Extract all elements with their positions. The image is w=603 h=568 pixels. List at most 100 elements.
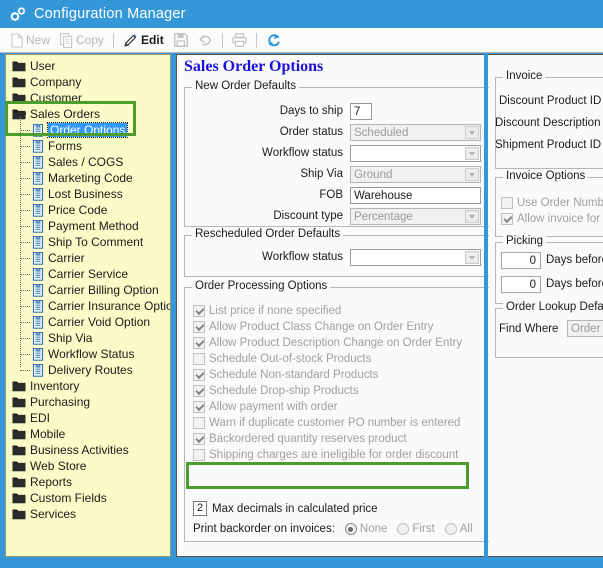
tree-item-reports[interactable]: Reports [6, 474, 170, 490]
checkbox-row-allow-payment-with-order[interactable]: Allow payment with order [193, 399, 337, 414]
tree-item-carrier-billing-option[interactable]: Carrier Billing Option [6, 282, 170, 298]
pane-divider[interactable] [484, 54, 488, 557]
discount-type-value: Percentage [354, 211, 413, 223]
config-document-icon [32, 219, 44, 233]
checkbox-warn-if-duplicate-customer-po-number-is-entered[interactable] [193, 416, 205, 429]
navigation-tree[interactable]: User Company Customer Sales Orders Order Opt… [5, 54, 171, 557]
use-order-number-checkbox-row[interactable]: Use Order Numbe [501, 195, 603, 210]
allow-invoice-checkbox-row[interactable]: Allow invoice for f [501, 211, 603, 226]
tree-item-label: Order Options [46, 122, 129, 138]
tree-item-user[interactable]: User [6, 58, 170, 74]
tree-item-workflow-status[interactable]: Workflow Status [6, 346, 170, 362]
find-where-combo[interactable]: Order [567, 320, 603, 337]
save-button[interactable] [169, 29, 193, 52]
radio-all[interactable] [444, 523, 457, 535]
max-decimals-value[interactable]: 2 [193, 501, 207, 516]
ship-via-combo[interactable]: Ground [350, 166, 481, 183]
tree-item-sales-orders[interactable]: Sales Orders [6, 106, 170, 122]
checkbox-schedule-out-of-stock-products[interactable] [193, 352, 205, 365]
tree-item-carrier[interactable]: Carrier [6, 250, 170, 266]
print-button[interactable] [227, 29, 252, 52]
tree-item-payment-method[interactable]: Payment Method [6, 218, 170, 234]
tree-item-customer[interactable]: Customer [6, 90, 170, 106]
tree-item-price-code[interactable]: Price Code [6, 202, 170, 218]
radio-label-all: All [459, 523, 473, 535]
folder-icon [12, 412, 26, 424]
invoice-title: Invoice [503, 70, 546, 82]
tree-item-inventory[interactable]: Inventory [6, 378, 170, 394]
tree-item-sales-cogs[interactable]: Sales / COGS [6, 154, 170, 170]
edit-button[interactable]: Edit [118, 29, 169, 52]
tree-item-web-store[interactable]: Web Store [6, 458, 170, 474]
tree-item-services[interactable]: Services [6, 506, 170, 522]
checkbox-allow-product-description-change-on-order-entry[interactable] [193, 336, 205, 349]
chevron-down-icon[interactable] [465, 210, 479, 223]
picking-title: Picking [503, 235, 547, 247]
tree-item-label: Lost Business [48, 187, 123, 201]
folder-open-icon [12, 108, 26, 120]
checkbox-row-schedule-out-of-stock-products[interactable]: Schedule Out-of-stock Products [193, 351, 371, 366]
fob-input[interactable]: Warehouse [350, 187, 481, 204]
tree-item-carrier-service[interactable]: Carrier Service [6, 266, 170, 282]
copy-button[interactable]: Copy [55, 29, 109, 52]
tree-item-forms[interactable]: Forms [6, 138, 170, 154]
discount-type-combo[interactable]: Percentage [350, 208, 481, 225]
checkbox-schedule-non-standard-products[interactable] [193, 368, 205, 381]
tree-item-marketing-code[interactable]: Marketing Code [6, 170, 170, 186]
picking-days-before-2-input[interactable]: 0 [501, 276, 541, 293]
tree-item-business-activities[interactable]: Business Activities [6, 442, 170, 458]
rescheduled-workflow-status-combo[interactable] [350, 249, 481, 266]
tree-item-company[interactable]: Company [6, 74, 170, 90]
checkbox-label: Schedule Out-of-stock Products [209, 352, 372, 365]
order-status-label: Order status [279, 126, 343, 138]
radio-first[interactable] [397, 523, 410, 535]
tree-item-delivery-routes[interactable]: Delivery Routes [6, 362, 170, 378]
checkbox-list-price-if-none-specified[interactable] [193, 304, 205, 317]
order-status-combo[interactable]: Scheduled [350, 124, 481, 141]
chevron-down-icon[interactable] [465, 126, 479, 139]
radio-none[interactable] [344, 523, 357, 535]
days-to-ship-label: Days to ship [279, 105, 343, 117]
tree-item-carrier-void-option[interactable]: Carrier Void Option [6, 314, 170, 330]
tree-item-edi[interactable]: EDI [6, 410, 170, 426]
tree-item-lost-business[interactable]: Lost Business [6, 186, 170, 202]
tree-item-carrier-insurance-option[interactable]: Carrier Insurance Option [6, 298, 170, 314]
folder-icon [12, 396, 26, 408]
checkbox-row-schedule-drop-ship-products[interactable]: Schedule Drop-ship Products [193, 383, 359, 398]
tree-item-label: Services [30, 507, 77, 521]
new-button[interactable]: New [6, 29, 55, 52]
checkbox-backordered-quantity-reserves-product[interactable] [193, 432, 205, 445]
config-document-icon [32, 315, 44, 329]
tree-item-ship-to-comment[interactable]: Ship To Comment [6, 234, 170, 250]
checkbox-row-shipping-charges-are-ineligible-for-order-discount[interactable]: Shipping charges are ineligible for orde… [193, 447, 458, 462]
refresh-button[interactable] [261, 29, 286, 52]
days-to-ship-input[interactable]: 7 [350, 103, 372, 120]
checkbox-row-warn-if-duplicate-customer-po-number-is-entered[interactable]: Warn if duplicate customer PO number is … [193, 415, 460, 430]
checkbox-row-backordered-quantity-reserves-product[interactable]: Backordered quantity reserves product [193, 431, 407, 446]
checkbox-row-list-price-if-none-specified[interactable]: List price if none specified [193, 303, 341, 318]
radio-label-first: First [412, 523, 435, 535]
tree-item-order-options[interactable]: Order Options [6, 122, 170, 138]
chevron-down-icon[interactable] [465, 147, 479, 160]
checkbox-row-allow-product-class-change-on-order-entry[interactable]: Allow Product Class Change on Order Entr… [193, 319, 433, 334]
chevron-down-icon[interactable] [465, 168, 479, 181]
workflow-status-combo[interactable] [350, 145, 481, 162]
config-document-icon [32, 235, 44, 249]
config-document-icon [32, 283, 44, 297]
tree-item-mobile[interactable]: Mobile [6, 426, 170, 442]
checkbox-row-allow-product-description-change-on-order-entry[interactable]: Allow Product Description Change on Orde… [193, 335, 462, 350]
tree-item-ship-via[interactable]: Ship Via [6, 330, 170, 346]
tree-item-purchasing[interactable]: Purchasing [6, 394, 170, 410]
picking-days-before-1-input[interactable]: 0 [501, 252, 541, 269]
checkbox-allow-payment-with-order[interactable] [193, 400, 205, 413]
chevron-down-icon[interactable] [465, 251, 479, 264]
allow-invoice-checkbox[interactable] [501, 212, 513, 225]
max-decimals-row[interactable]: 2 Max decimals in calculated price [193, 501, 378, 516]
undo-button[interactable] [193, 29, 218, 52]
checkbox-shipping-charges-are-ineligible-for-order-discount[interactable] [193, 448, 205, 461]
tree-item-custom-fields[interactable]: Custom Fields [6, 490, 170, 506]
checkbox-schedule-drop-ship-products[interactable] [193, 384, 205, 397]
checkbox-row-schedule-non-standard-products[interactable]: Schedule Non-standard Products [193, 367, 378, 382]
checkbox-allow-product-class-change-on-order-entry[interactable] [193, 320, 205, 333]
use-order-number-checkbox[interactable] [501, 196, 513, 209]
